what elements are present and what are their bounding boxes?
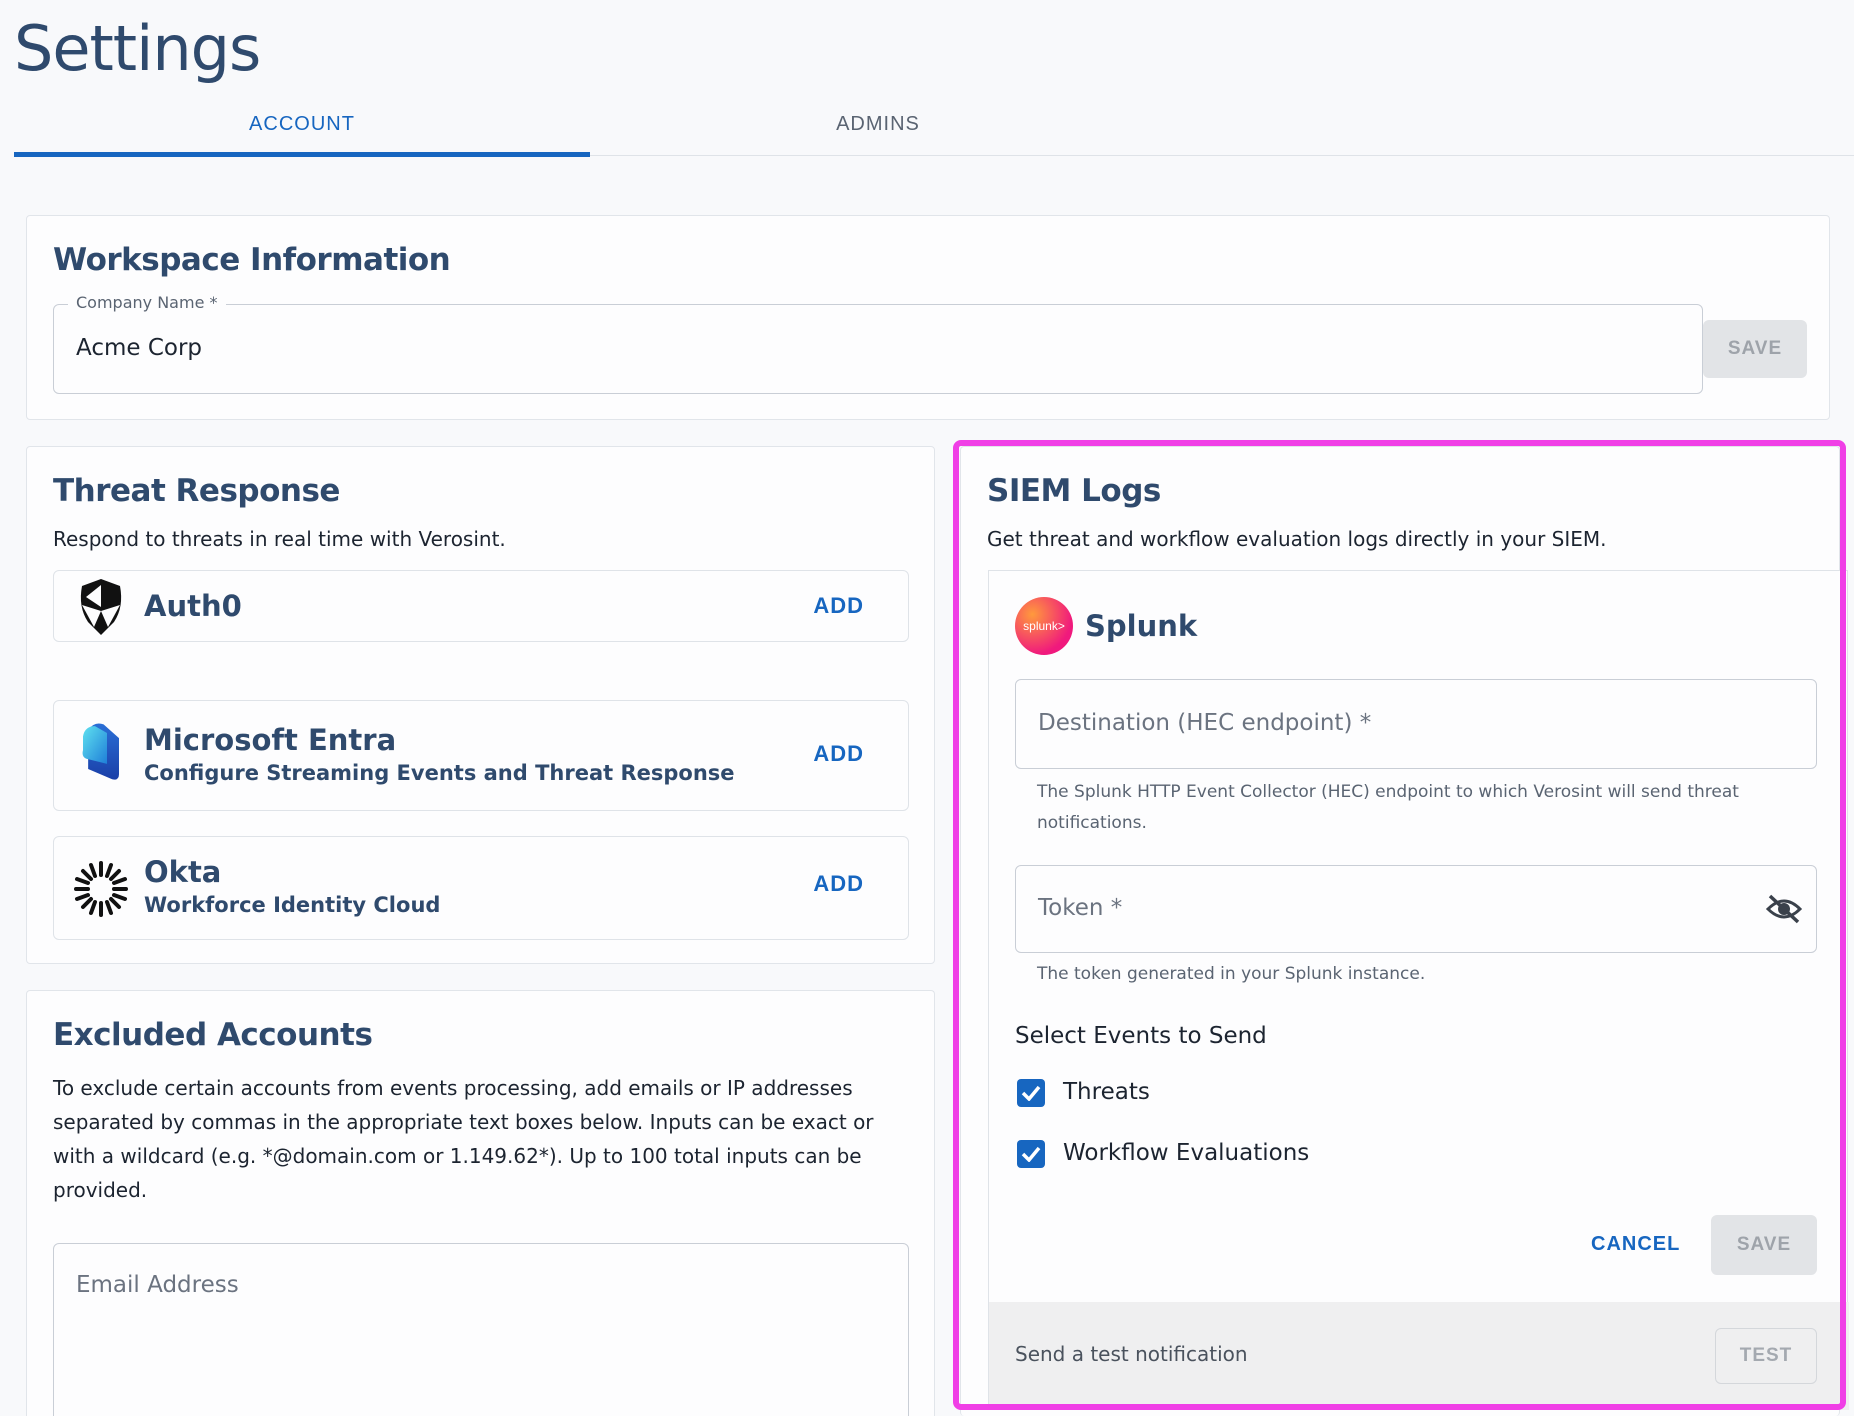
checkmark-icon <box>1021 1085 1041 1101</box>
entra-name: Microsoft Entra <box>144 723 397 757</box>
token-placeholder: Token * <box>1038 895 1123 921</box>
add-entra-button[interactable]: ADD <box>813 741 864 767</box>
splunk-logo-text: splunk> <box>1023 619 1065 633</box>
visibility-off-icon[interactable] <box>1766 893 1802 925</box>
workspace-save-button[interactable]: SAVE <box>1703 320 1807 378</box>
threat-response-title: Threat Response <box>53 473 340 509</box>
microsoft-entra-icon <box>82 723 119 780</box>
threat-response-description: Respond to threats in real time with Ver… <box>53 527 506 551</box>
auth0-icon <box>80 579 122 635</box>
add-okta-button[interactable]: ADD <box>813 871 864 897</box>
tab-account[interactable]: ACCOUNT <box>14 92 590 157</box>
workspace-title: Workspace Information <box>53 242 451 278</box>
threats-label: Threats <box>1063 1079 1150 1105</box>
tab-admins-label: ADMINS <box>836 112 920 135</box>
okta-subtitle: Workforce Identity Cloud <box>144 893 441 917</box>
integration-row-auth0: Auth0 ADD <box>53 570 909 642</box>
test-button[interactable]: TEST <box>1715 1328 1817 1384</box>
siem-cancel-button[interactable]: CANCEL <box>1591 1233 1680 1256</box>
siem-logs-title: SIEM Logs <box>987 473 1161 509</box>
token-helper: The token generated in your Splunk insta… <box>1037 964 1426 984</box>
add-auth0-button[interactable]: ADD <box>813 593 864 619</box>
test-notification-footer: Send a test notification TEST <box>989 1302 1849 1410</box>
test-notification-text: Send a test notification <box>1015 1342 1248 1366</box>
company-name-field[interactable]: Company Name * Acme Corp <box>53 293 1703 394</box>
splunk-logo-icon: splunk> <box>1015 597 1073 655</box>
integration-row-entra: Microsoft Entra Configure Streaming Even… <box>53 700 909 811</box>
excluded-accounts-card: Excluded Accounts To exclude certain acc… <box>26 990 935 1416</box>
auth0-name: Auth0 <box>144 589 242 623</box>
token-input[interactable]: Token * <box>1015 865 1817 953</box>
entra-subtitle: Configure Streaming Events and Threat Re… <box>144 761 735 785</box>
hec-endpoint-placeholder: Destination (HEC endpoint) * <box>1038 710 1372 736</box>
excluded-accounts-description: To exclude certain accounts from events … <box>53 1076 874 1202</box>
okta-name: Okta <box>144 855 222 889</box>
company-name-value: Acme Corp <box>76 335 203 361</box>
splunk-name: Splunk <box>1085 609 1198 643</box>
email-address-placeholder: Email Address <box>76 1272 239 1298</box>
settings-tabs: ACCOUNT ADMINS <box>14 92 1854 157</box>
hec-endpoint-helper: The Splunk HTTP Event Collector (HEC) en… <box>1037 782 1739 833</box>
select-events-heading: Select Events to Send <box>1015 1023 1267 1049</box>
active-tab-indicator <box>14 152 590 157</box>
threats-checkbox[interactable] <box>1017 1079 1045 1107</box>
threat-response-card: Threat Response Respond to threats in re… <box>26 446 935 964</box>
okta-icon <box>74 861 128 917</box>
hec-endpoint-input[interactable]: Destination (HEC endpoint) * <box>1015 679 1817 769</box>
tab-admins[interactable]: ADMINS <box>590 92 1166 156</box>
excluded-accounts-title: Excluded Accounts <box>53 1017 373 1053</box>
workspace-card: Workspace Information Company Name * Acm… <box>26 215 1830 420</box>
email-address-input[interactable]: Email Address <box>53 1243 909 1416</box>
page-title: Settings <box>14 12 261 85</box>
workflow-evaluations-checkbox[interactable] <box>1017 1140 1045 1168</box>
workflow-evaluations-label: Workflow Evaluations <box>1063 1140 1310 1166</box>
siem-logs-description: Get threat and workflow evaluation logs … <box>987 527 1607 551</box>
integration-row-okta: Okta Workforce Identity Cloud ADD <box>53 836 909 940</box>
company-name-label: Company Name * <box>68 293 226 312</box>
splunk-panel: splunk> Splunk Destination (HEC endpoint… <box>988 570 1849 1410</box>
siem-save-button[interactable]: SAVE <box>1711 1215 1817 1275</box>
tab-account-label: ACCOUNT <box>249 112 355 135</box>
checkmark-icon <box>1021 1146 1041 1162</box>
